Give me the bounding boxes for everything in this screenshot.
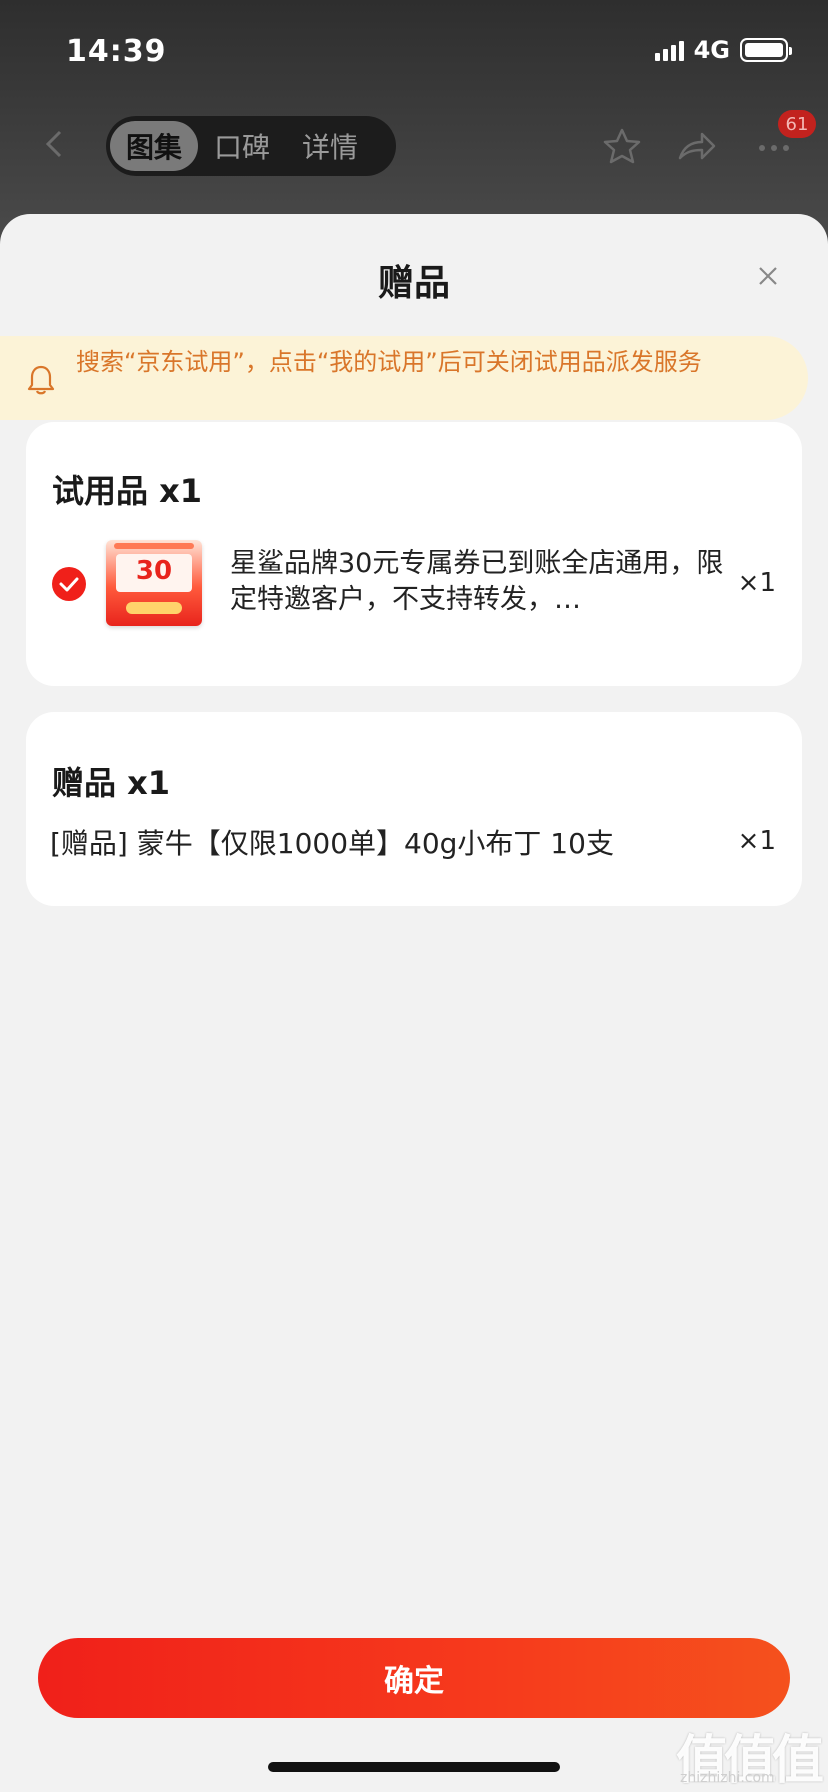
network-label: 4G bbox=[693, 36, 730, 64]
confirm-button[interactable]: 确定 bbox=[38, 1638, 790, 1718]
notice-text: 搜索“京东试用”，点击“我的试用”后可关闭试用品派发服务 bbox=[76, 348, 702, 376]
trial-quantity: ×1 bbox=[737, 568, 776, 598]
nav-bar: 图集 口碑 详情 61 bbox=[0, 110, 828, 180]
bell-icon bbox=[27, 365, 55, 395]
share-icon[interactable] bbox=[676, 126, 716, 166]
watermark-url: zhizhizhi.com bbox=[680, 1770, 775, 1786]
trial-heading: 试用品 x1 bbox=[52, 472, 203, 510]
message-badge: 61 bbox=[778, 110, 816, 138]
close-icon[interactable] bbox=[756, 264, 780, 288]
sheet-title: 赠品 bbox=[377, 263, 450, 304]
site-watermark: 值值值 zhizhizhi.com bbox=[676, 1718, 826, 1792]
battery-icon bbox=[740, 38, 792, 62]
gift-name: [赠品] 蒙牛【仅限1000单】40g小布丁 10支 bbox=[50, 827, 614, 860]
gift-sheet: 赠品 搜索“京东试用”，点击“我的试用”后可关闭试用品派发服务 试用品 x1 3… bbox=[0, 214, 828, 1792]
trial-description: 星鲨品牌30元专属券已到账全店通用，限定特邀客户，不支持转发，… bbox=[230, 548, 724, 615]
back-icon[interactable] bbox=[38, 128, 70, 160]
home-indicator bbox=[268, 1762, 560, 1772]
star-icon[interactable] bbox=[602, 126, 642, 166]
gift-heading: 赠品 x1 bbox=[52, 764, 171, 802]
coupon-image: 30 bbox=[106, 540, 202, 626]
status-indicators: 4G bbox=[654, 36, 792, 64]
view-tabs: 图集 口碑 详情 bbox=[106, 116, 396, 176]
tab-gallery[interactable]: 图集 bbox=[110, 121, 199, 171]
signal-icon bbox=[654, 39, 684, 61]
gift-quantity: ×1 bbox=[737, 826, 776, 856]
trial-card: 试用品 x1 30 星鲨品牌30元专属券已到账全店通用，限定特邀客户，不支持转发… bbox=[26, 422, 802, 686]
gift-card: 赠品 x1 [赠品] 蒙牛【仅限1000单】40g小布丁 10支 ×1 bbox=[26, 712, 802, 906]
tab-details[interactable]: 详情 bbox=[286, 121, 374, 171]
coupon-amount: 30 bbox=[135, 556, 173, 586]
tab-reviews[interactable]: 口碑 bbox=[198, 121, 286, 171]
status-time: 14:39 bbox=[66, 34, 167, 69]
checked-icon[interactable] bbox=[51, 566, 87, 602]
status-bar: 14:39 4G bbox=[0, 0, 828, 100]
background-page: 14:39 4G 图集 口碑 详情 61 bbox=[0, 0, 828, 240]
trial-notice-banner: 搜索“京东试用”，点击“我的试用”后可关闭试用品派发服务 bbox=[0, 336, 808, 420]
